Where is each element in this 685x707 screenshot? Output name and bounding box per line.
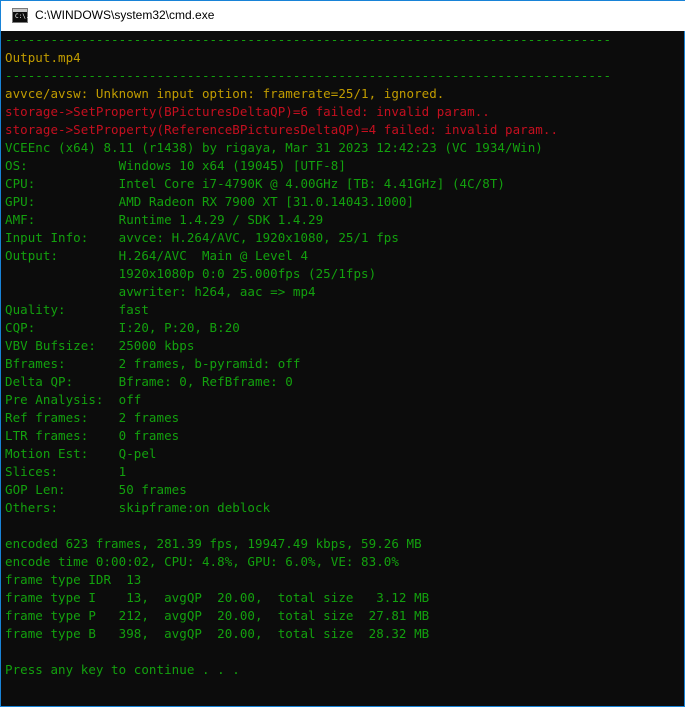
console-line: avwriter: h264, aac => mp4 [5,284,316,299]
console-line: Motion Est: Q-pel [5,446,157,461]
console-line: frame type P 212, avgQP 20.00, total siz… [5,608,430,623]
console-line: ----------------------------------------… [5,68,612,83]
console-line: CPU: Intel Core i7-4790K @ 4.00GHz [TB: … [5,176,505,191]
window-title: C:\WINDOWS\system32\cmd.exe [35,8,215,22]
console-line: storage->SetProperty(BPicturesDeltaQP)=6… [5,104,490,119]
console-line: Delta QP: Bframe: 0, RefBframe: 0 [5,374,293,389]
console-line: GPU: AMD Radeon RX 7900 XT [31.0.14043.1… [5,194,415,209]
console-line: Others: skipframe:on deblock [5,500,271,515]
console-line: frame type IDR 13 [5,572,142,587]
console-line: Ref frames: 2 frames [5,410,180,425]
console-line: encode time 0:00:02, CPU: 4.8%, GPU: 6.0… [5,554,399,569]
console-line: OS: Windows 10 x64 (19045) [UTF-8] [5,158,346,173]
console-line: VBV Bufsize: 25000 kbps [5,338,195,353]
console-line: encoded 623 frames, 281.39 fps, 19947.49… [5,536,422,551]
console-line: LTR frames: 0 frames [5,428,180,443]
cmd-window: C:\. C:\WINDOWS\system32\cmd.exe -------… [0,0,685,707]
vertical-scrollbar[interactable] [666,31,683,706]
console-line: ----------------------------------------… [5,32,612,47]
console-output[interactable]: ----------------------------------------… [5,31,645,679]
console-line: Pre Analysis: off [5,392,142,407]
console-line: Slices: 1 [5,464,127,479]
console-line: GOP Len: 50 frames [5,482,187,497]
title-bar[interactable]: C:\. C:\WINDOWS\system32\cmd.exe [1,0,685,31]
console-line: 1920x1080p 0:0 25.000fps (25/1fps) [5,266,377,281]
console-line: frame type B 398, avgQP 20.00, total siz… [5,626,430,641]
console-line: storage->SetProperty(ReferenceBPicturesD… [5,122,559,137]
console-line: Quality: fast [5,302,149,317]
console-line: frame type I 13, avgQP 20.00, total size… [5,590,430,605]
console-line: AMF: Runtime 1.4.29 / SDK 1.4.29 [5,212,324,227]
console-line: avvce/avsw: Unknown input option: framer… [5,86,445,101]
console-line: VCEEnc (x64) 8.11 (r1438) by rigaya, Mar… [5,140,543,155]
console-app-icon-label: C:\. [15,13,30,20]
console-line: Output: H.264/AVC Main @ Level 4 [5,248,309,263]
console-line: Output.mp4 [5,50,81,65]
console-line: CQP: I:20, P:20, B:20 [5,320,240,335]
console-app-icon[interactable]: C:\. [12,8,30,23]
console-line: Input Info: avvce: H.264/AVC, 1920x1080,… [5,230,399,245]
console-line: Press any key to continue . . . [5,662,240,677]
console-line: Bframes: 2 frames, b-pyramid: off [5,356,301,371]
